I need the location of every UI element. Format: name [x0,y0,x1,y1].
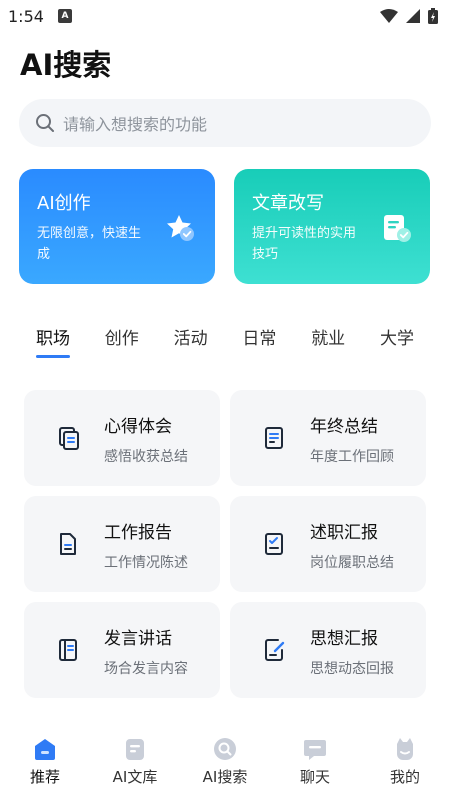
nav-label: 我的 [389,768,420,786]
nav-label: AI文库 [112,768,158,786]
star-check-icon [167,215,194,241]
nav-ai-library[interactable]: AI文库 [95,728,175,800]
status-icons [380,8,438,24]
tile-speech[interactable]: 发言讲话 场合发言内容 [24,602,220,698]
chat-icon [304,740,326,760]
ai-search-icon [214,738,236,760]
card-title: AI创作 [37,193,91,214]
search-input[interactable]: 请输入想搜索的功能 [19,99,431,147]
wifi-icon [380,9,398,23]
category-tabs: 职场 创作 活动 日常 就业 大学 [20,320,430,360]
battery-icon [428,8,438,24]
home-icon [35,739,55,760]
tile-annual-summary[interactable]: 年终总结 年度工作回顾 [230,390,426,486]
tile-subtitle: 年度工作回顾 [310,449,394,465]
profile-icon [397,738,413,760]
tab-workplace[interactable]: 职场 [36,320,70,358]
tile-title: 年终总结 [310,417,378,437]
nav-label: 聊天 [299,768,330,786]
tile-experience[interactable]: 心得体会 感悟收获总结 [24,390,220,486]
tile-title: 工作报告 [104,523,172,543]
signal-icon [406,9,420,23]
ai-create-card[interactable]: AI创作 无限创意，快速生成 [19,169,215,284]
notification-icon: A [57,9,72,23]
tile-thought-report[interactable]: 思想汇报 思想动态回报 [230,602,426,698]
tab-university[interactable]: 大学 [380,320,414,352]
notebook-icon [59,639,77,661]
search-placeholder: 请输入想搜索的功能 [63,115,208,134]
tile-title: 思想汇报 [310,629,378,649]
nav-profile[interactable]: 我的 [365,728,445,800]
documents-copy-icon [59,427,79,450]
page-title: AI搜索 [20,48,112,82]
card-title: 文章改写 [252,193,324,214]
status-bar: 1:54 A [0,0,450,32]
tile-subtitle: 工作情况陈述 [104,555,188,571]
tile-title: 发言讲话 [104,629,172,649]
tab-employment[interactable]: 就业 [311,320,345,352]
tile-subtitle: 岗位履职总结 [310,555,394,571]
report-icon [265,427,283,449]
nav-recommend[interactable]: 推荐 [5,728,85,800]
tile-subtitle: 感悟收获总结 [104,449,188,465]
nav-chat[interactable]: 聊天 [275,728,355,800]
nav-label: AI搜索 [202,768,248,786]
card-subtitle: 提升可读性的实用技巧 [252,226,357,262]
tile-work-report[interactable]: 工作报告 工作情况陈述 [24,496,220,592]
card-subtitle: 无限创意，快速生成 [37,226,142,262]
edit-document-icon [265,639,285,661]
document-check-icon [384,215,411,242]
tile-title: 述职汇报 [310,523,378,543]
status-time: 1:54 [8,6,44,26]
article-rewrite-card[interactable]: 文章改写 提升可读性的实用技巧 [234,169,430,284]
search-icon [36,114,54,132]
tile-subtitle: 场合发言内容 [104,661,188,677]
tile-duty-report[interactable]: 述职汇报 岗位履职总结 [230,496,426,592]
bottom-nav: 推荐 AI文库 AI搜索 聊天 我的 [0,728,450,800]
tile-title: 心得体会 [104,417,172,437]
tile-subtitle: 思想动态回报 [310,661,394,677]
template-grid: 心得体会 感悟收获总结 年终总结 年度工作回顾 工作报告 工作情况陈述 述职汇报… [24,390,426,698]
library-icon [126,739,144,760]
nav-label: 推荐 [29,768,60,786]
tab-creation[interactable]: 创作 [105,320,139,352]
tab-daily[interactable]: 日常 [242,320,276,352]
document-icon [60,533,76,555]
checklist-icon [265,533,283,555]
tab-activity[interactable]: 活动 [174,320,208,352]
nav-ai-search[interactable]: AI搜索 [185,728,265,800]
